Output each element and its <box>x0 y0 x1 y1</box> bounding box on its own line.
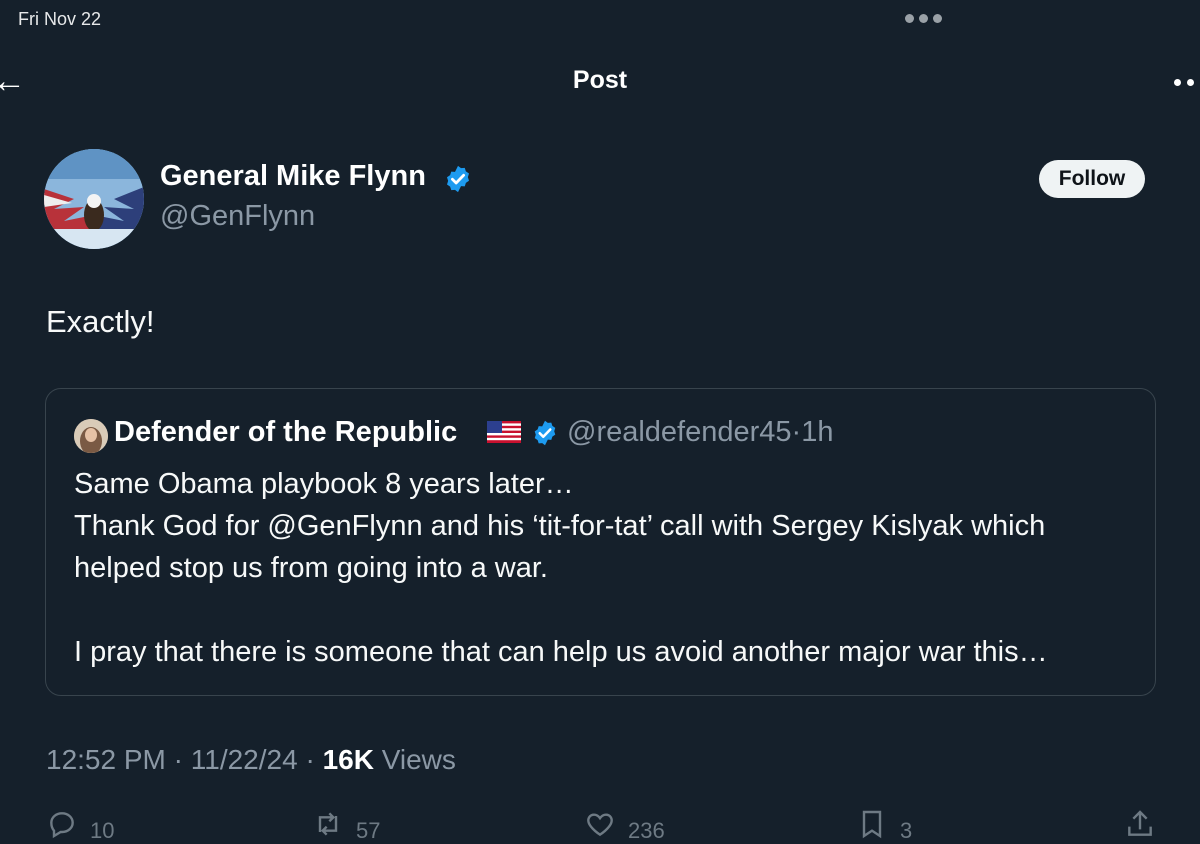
follow-button[interactable]: Follow <box>1039 160 1145 198</box>
quoted-verified-icon <box>534 420 556 446</box>
post-text: Exactly! <box>46 304 155 339</box>
reply-button[interactable]: 10 <box>46 808 114 844</box>
more-icon[interactable] <box>1174 79 1194 86</box>
quoted-handle: @realdefender45 <box>567 416 792 448</box>
verified-icon <box>447 165 469 193</box>
quoted-post[interactable]: Defender of the Republic @realdefender45… <box>45 388 1156 696</box>
views-label: Views <box>381 744 456 775</box>
us-flag-icon <box>487 421 521 443</box>
author-handle[interactable]: @GenFlynn <box>160 200 315 233</box>
repost-icon <box>318 812 338 836</box>
post-date: 11/22/24 <box>190 744 298 775</box>
avatar[interactable] <box>44 149 144 249</box>
status-date: Fri Nov 22 <box>18 9 102 29</box>
share-button[interactable] <box>1124 808 1156 840</box>
quoted-avatar <box>74 419 108 453</box>
bookmark-button[interactable]: 3 <box>856 808 912 844</box>
quoted-line: I pray that there is someone that can he… <box>74 636 1048 668</box>
share-icon <box>1128 810 1152 836</box>
quoted-line: Same Obama playbook 8 years later… <box>74 468 574 500</box>
repost-button[interactable]: 57 <box>312 808 380 844</box>
like-icon <box>587 813 613 837</box>
repost-count: 57 <box>356 818 381 843</box>
action-bar: 10 57 236 3 <box>0 808 1200 843</box>
views-count[interactable]: 16K <box>323 744 374 775</box>
quoted-time: 1h <box>801 416 834 448</box>
top-bar: ← Post <box>0 58 1200 104</box>
quoted-line: helped stop us from going into a war. <box>74 552 548 584</box>
quoted-body: Same Obama playbook 8 years later… Thank… <box>74 463 1144 673</box>
quoted-line: Thank God for @GenFlynn and his ‘tit-for… <box>74 510 1046 542</box>
post-time: 12:52 PM <box>46 744 166 775</box>
bookmark-icon <box>862 810 882 839</box>
multitasking-dots-icon[interactable] <box>905 14 942 23</box>
reply-icon <box>50 812 74 839</box>
quoted-author-name: Defender of the Republic <box>114 416 458 448</box>
like-button[interactable]: 236 <box>584 808 665 844</box>
quoted-line <box>74 589 1144 631</box>
bookmark-count: 3 <box>900 818 913 843</box>
quoted-handle-time: @realdefender45·1h <box>567 416 834 448</box>
author-name[interactable]: General Mike Flynn <box>160 160 426 193</box>
post-meta: 12:52 PM · 11/22/24 · 16K Views <box>46 744 456 775</box>
page-title: Post <box>572 66 628 94</box>
like-count: 236 <box>628 818 665 843</box>
reply-count: 10 <box>90 818 115 843</box>
